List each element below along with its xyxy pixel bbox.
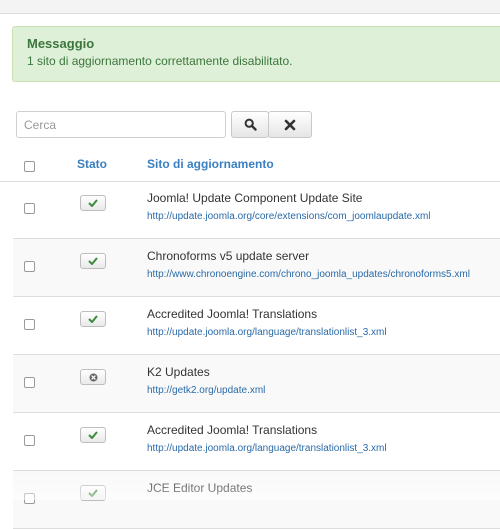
row-checkbox[interactable] — [24, 261, 35, 272]
checkmark-icon — [88, 199, 98, 207]
clear-search-button[interactable] — [268, 111, 312, 138]
checkmark-icon — [88, 431, 98, 439]
search-icon — [244, 118, 257, 131]
table-row: JCE Editor Updates — [13, 471, 500, 529]
update-site-url[interactable]: http://getk2.org/update.xml — [147, 385, 265, 396]
status-disabled-toggle[interactable] — [80, 369, 106, 385]
update-site-url[interactable]: http://update.joomla.org/language/transl… — [147, 327, 387, 338]
select-all-checkbox[interactable] — [24, 161, 35, 172]
row-checkbox[interactable] — [24, 377, 35, 388]
message-title: Messaggio — [27, 36, 95, 51]
message-text: 1 sito di aggiornamento correttamente di… — [27, 54, 293, 68]
update-site-name[interactable]: Chronoforms v5 update server — [147, 249, 309, 263]
table-row: Accredited Joomla! Translations http://up… — [13, 297, 500, 355]
search-button[interactable] — [231, 111, 269, 138]
table-header: Stato Sito di aggiornamento — [0, 149, 500, 182]
update-site-name[interactable]: K2 Updates — [147, 365, 210, 379]
row-checkbox[interactable] — [24, 493, 35, 504]
update-site-name[interactable]: JCE Editor Updates — [147, 481, 252, 495]
disabled-circle-icon — [89, 373, 97, 381]
table-row: Joomla! Update Component Update Site http… — [13, 181, 500, 239]
status-enabled-toggle[interactable] — [80, 253, 106, 269]
table-row: K2 Updates http://getk2.org/update.xml — [13, 355, 500, 413]
table-row: Accredited Joomla! Translations http://up… — [13, 413, 500, 471]
column-header-status[interactable]: Stato — [77, 157, 107, 171]
success-message: Messaggio 1 sito di aggiornamento corret… — [12, 26, 500, 82]
update-site-name[interactable]: Joomla! Update Component Update Site — [147, 191, 362, 205]
update-site-url[interactable]: http://www.chronoengine.com/chrono_jooml… — [147, 269, 470, 280]
row-checkbox[interactable] — [24, 435, 35, 446]
table-row: Chronoforms v5 update server http://www.c… — [13, 239, 500, 297]
column-header-site[interactable]: Sito di aggiornamento — [147, 157, 274, 171]
row-checkbox[interactable] — [24, 203, 35, 214]
close-icon — [284, 119, 296, 130]
update-site-url[interactable]: http://update.joomla.org/core/extensions… — [147, 211, 431, 222]
checkmark-icon — [88, 489, 98, 497]
checkmark-icon — [88, 257, 98, 265]
update-site-url[interactable]: http://update.joomla.org/language/transl… — [147, 443, 387, 454]
checkmark-icon — [88, 315, 98, 323]
update-site-name[interactable]: Accredited Joomla! Translations — [147, 423, 317, 437]
status-enabled-toggle[interactable] — [80, 427, 106, 443]
top-toolbar-strip — [0, 0, 500, 14]
update-site-name[interactable]: Accredited Joomla! Translations — [147, 307, 317, 321]
row-checkbox[interactable] — [24, 319, 35, 330]
status-enabled-toggle[interactable] — [80, 485, 106, 501]
status-enabled-toggle[interactable] — [80, 195, 106, 211]
search-input[interactable] — [16, 111, 226, 138]
status-enabled-toggle[interactable] — [80, 311, 106, 327]
